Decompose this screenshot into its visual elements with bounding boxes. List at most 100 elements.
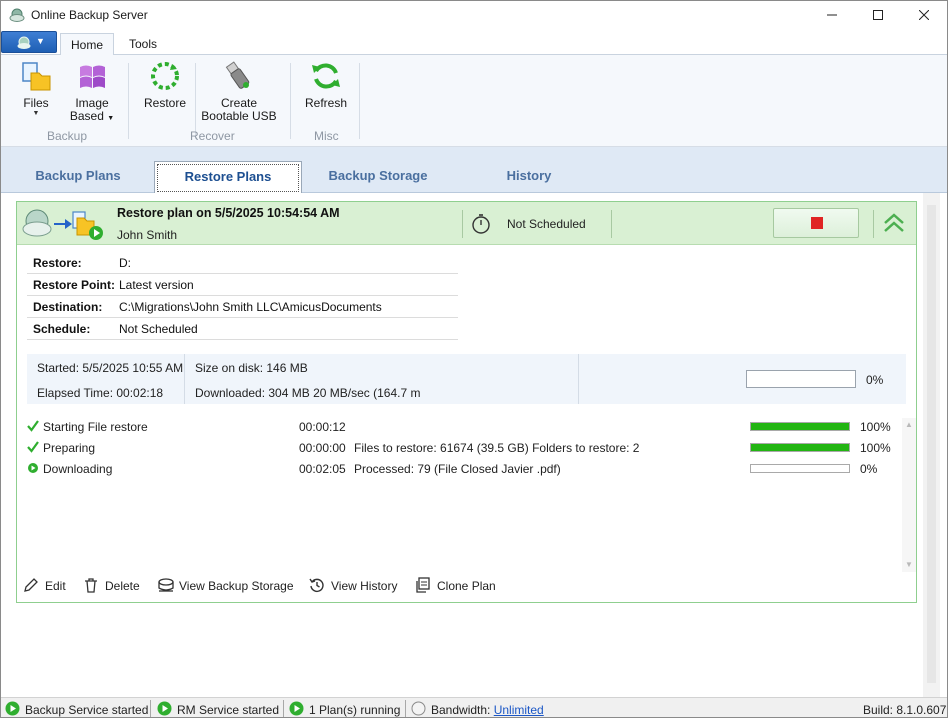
create-bootable-usb-button[interactable]: Create Bootable USB [201, 59, 277, 123]
files-button[interactable]: Files ▼ [15, 59, 57, 118]
plan-title: Restore plan on 5/5/2025 10:54:54 AM [117, 206, 340, 220]
checkmark-icon [27, 441, 39, 453]
double-chevron-up-icon[interactable] [883, 212, 905, 234]
clone-plan-label: Clone Plan [437, 579, 496, 593]
focus-rectangle [157, 164, 299, 192]
usb-drive-icon [225, 61, 250, 89]
maximize-icon [873, 10, 883, 20]
gauge-icon [411, 701, 426, 716]
edit-label: Edit [45, 579, 66, 593]
status-separator [150, 700, 151, 717]
main-scrollbar[interactable] [923, 193, 940, 697]
chevron-up-icon[interactable]: ▲ [905, 420, 913, 429]
ribbon-separator [195, 63, 196, 139]
step-row: Downloading 00:02:05 Processed: 79 (File… [27, 460, 906, 481]
close-button[interactable] [901, 1, 947, 29]
plan-tab-bar: Backup Plans Restore Plans Backup Storag… [1, 147, 947, 194]
step-row: Preparing 00:00:00 Files to restore: 616… [27, 439, 906, 460]
windows-logo-icon [80, 65, 105, 88]
detail-row-destination: Destination: C:\Migrations\John Smith LL… [27, 296, 458, 318]
step-progress-bar [750, 422, 850, 431]
bandwidth-label: Bandwidth: [431, 703, 491, 717]
image-based-button[interactable]: Image Based ▼ [67, 59, 117, 125]
chevron-down-icon: ▼ [32, 110, 40, 117]
refresh-button[interactable]: Refresh [303, 59, 349, 110]
tab-history[interactable]: History [454, 161, 604, 193]
backup-service-status: Backup Service started [5, 698, 149, 717]
refresh-icon [312, 63, 340, 89]
status-separator [283, 700, 284, 717]
restore-button[interactable]: Restore [141, 59, 189, 110]
app-window: Online Backup Server ▼ Home Tools Files … [0, 0, 948, 718]
detail-label: Restore: [33, 256, 82, 270]
scrollbar-thumb[interactable] [927, 205, 936, 683]
restore-icon [151, 62, 179, 90]
step-progress-bar [750, 464, 850, 473]
step-name: Preparing [43, 441, 96, 455]
detail-label: Restore Point: [33, 278, 116, 292]
total-progress-bar [746, 370, 856, 388]
stop-button[interactable] [773, 208, 859, 238]
status-bar: Backup Service started RM Service starte… [1, 697, 947, 717]
clone-plan-button[interactable]: Clone Plan [415, 576, 505, 596]
elapsed-text: Elapsed Time: 00:02:18 [37, 386, 164, 400]
detail-value: Latest version [119, 278, 194, 292]
app-menu-button[interactable]: ▼ [1, 31, 57, 53]
started-text: Started: 5/5/2025 10:55 AM [37, 361, 184, 375]
step-info: Processed: 79 (File Closed Javier .pdf) [354, 462, 561, 476]
view-backup-storage-label: View Backup Storage [179, 579, 294, 593]
step-progress-fill [751, 423, 849, 430]
delete-label: Delete [105, 579, 140, 593]
tab-backup-plans[interactable]: Backup Plans [3, 161, 153, 193]
bandwidth-status: Bandwidth: Unlimited [411, 698, 561, 717]
plan-header[interactable]: Restore plan on 5/5/2025 10:54:54 AM Joh… [17, 202, 916, 245]
total-progress-percent: 0% [866, 373, 884, 387]
ribbon-separator [290, 63, 291, 139]
tab-backup-storage[interactable]: Backup Storage [303, 161, 453, 193]
view-backup-storage-button[interactable]: View Backup Storage [157, 576, 299, 596]
play-circle-icon [289, 701, 304, 716]
size-on-disk-text: Size on disk: 146 MB [195, 361, 308, 375]
close-icon [919, 10, 929, 20]
edit-button[interactable]: Edit [23, 576, 73, 596]
tab-restore-plans[interactable]: Restore Plans [154, 161, 302, 194]
minimize-button[interactable] [809, 1, 855, 29]
window-title: Online Backup Server [31, 8, 148, 22]
maximize-button[interactable] [855, 1, 901, 29]
step-name: Starting File restore [43, 420, 148, 434]
steps-scrollbar[interactable]: ▲ ▼ [902, 418, 916, 572]
minimize-icon [827, 14, 837, 16]
plan-details: Restore: D: Restore Point: Latest versio… [27, 252, 458, 340]
restore-label: Restore [143, 96, 187, 110]
restore-plan-card: Restore plan on 5/5/2025 10:54:54 AM Joh… [16, 201, 917, 603]
view-history-label: View History [331, 579, 398, 593]
ribbon-separator [359, 63, 360, 139]
restore-plan-icon [22, 209, 103, 240]
detail-label: Schedule: [33, 322, 91, 336]
header-separator [462, 210, 463, 238]
files-label: Files [23, 96, 49, 110]
rm-service-status: RM Service started [157, 698, 281, 717]
step-percent: 0% [860, 462, 878, 476]
backup-service-text: Backup Service started [25, 703, 149, 717]
stop-icon [811, 217, 823, 229]
group-label-backup: Backup [47, 129, 88, 143]
image-based-label-2: Based [69, 109, 104, 123]
delete-button[interactable]: Delete [83, 576, 147, 596]
ribbon-tab-home[interactable]: Home [60, 33, 114, 56]
bandwidth-text: Bandwidth: Unlimited [431, 703, 544, 717]
plans-running-status: 1 Plan(s) running [289, 698, 403, 717]
header-separator [873, 210, 874, 238]
detail-row-restore-point: Restore Point: Latest version [27, 274, 458, 296]
cloud-globe-icon [17, 36, 31, 49]
ribbon-tab-tools[interactable]: Tools [119, 33, 167, 56]
chevron-down-icon[interactable]: ▼ [905, 560, 913, 569]
files-icon [22, 62, 51, 91]
detail-row-restore: Restore: D: [27, 252, 458, 274]
create-bootable-usb-label-1: Create [220, 96, 258, 110]
step-time: 00:00:00 [299, 441, 346, 455]
view-history-button[interactable]: View History [309, 576, 407, 596]
bandwidth-link[interactable]: Unlimited [494, 703, 544, 717]
step-progress-bar [750, 443, 850, 452]
downloaded-text: Downloaded: 304 MB 20 MB/sec (164.7 m [195, 386, 421, 400]
